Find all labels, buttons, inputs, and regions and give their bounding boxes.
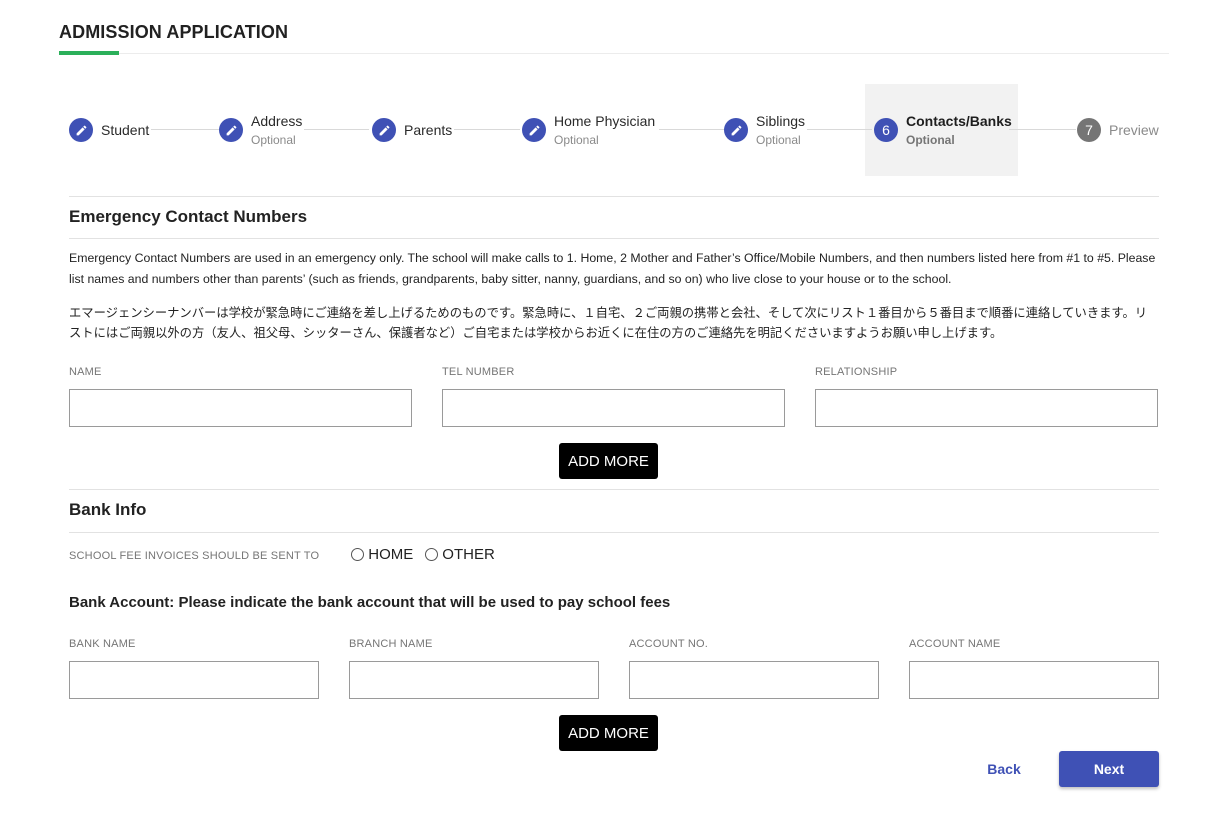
step-label: Parents (404, 121, 453, 138)
bank-account-heading: Bank Account: Please indicate the bank a… (69, 594, 671, 611)
account-name-input[interactable] (909, 661, 1159, 699)
header-divider (119, 53, 1169, 54)
step-student[interactable]: Student (69, 84, 149, 176)
emergency-section-title: Emergency Contact Numbers (69, 207, 308, 226)
step-connector (659, 129, 724, 130)
bank-add-more-button[interactable]: ADD MORE (559, 715, 658, 751)
invoice-recipient-group: SCHOOL FEE INVOICES SHOULD BE SENT TO HO… (69, 546, 507, 563)
pencil-icon (69, 118, 93, 142)
step-connector (454, 129, 520, 130)
step-address[interactable]: Address Optional (219, 84, 302, 176)
step-label: Siblings (756, 112, 806, 129)
step-home-physician[interactable]: Home Physician Optional (522, 84, 655, 176)
step-connector (1009, 129, 1076, 130)
invoice-option-other[interactable]: OTHER (425, 546, 495, 563)
emergency-relationship-input[interactable] (815, 389, 1158, 427)
section-divider (69, 489, 1159, 490)
step-label: Preview (1109, 121, 1159, 138)
step-optional-tag: Optional (756, 132, 801, 147)
emergency-name-input[interactable] (69, 389, 412, 427)
step-number: 6 (874, 118, 898, 142)
stepper: Student Address Optional Parents Home Ph… (59, 84, 1169, 176)
section-divider (69, 196, 1159, 197)
step-label: Contacts/Banks (906, 112, 1012, 129)
step-connector (304, 129, 369, 130)
step-optional-tag: Optional (906, 132, 955, 147)
radio-button[interactable] (351, 548, 365, 561)
branch-name-input[interactable] (349, 661, 599, 699)
emergency-tel-input[interactable] (442, 389, 785, 427)
step-optional-tag: Optional (251, 132, 296, 147)
invoice-question-label: SCHOOL FEE INVOICES SHOULD BE SENT TO (69, 549, 320, 562)
bank-name-input[interactable] (69, 661, 319, 699)
pencil-icon (372, 118, 396, 142)
step-siblings[interactable]: Siblings Optional (724, 84, 805, 176)
title-underline (59, 51, 119, 55)
step-optional-tag: Optional (554, 132, 599, 147)
bank-section-title: Bank Info (69, 500, 147, 519)
tel-number-label: TEL NUMBER (442, 366, 515, 378)
relationship-label: RELATIONSHIP (815, 366, 898, 378)
page-title: ADMISSION APPLICATION (59, 22, 289, 42)
emergency-description-jp: エマージェンシーナンバーは学校が緊急時にご連絡を差し上げるためのものです。緊急時… (69, 306, 1148, 340)
step-label: Address (251, 112, 303, 129)
radio-label: HOME (368, 546, 414, 563)
name-label: NAME (69, 366, 102, 378)
step-parents[interactable]: Parents (372, 84, 452, 176)
step-label: Home Physician (554, 112, 656, 129)
emergency-description-en: Emergency Contact Numbers are used in an… (69, 251, 1156, 286)
pencil-icon (522, 118, 546, 142)
section-divider (69, 532, 1159, 533)
invoice-option-home[interactable]: HOME (351, 546, 413, 563)
bank-name-label: BANK NAME (69, 638, 136, 650)
step-connector (807, 129, 872, 130)
emergency-add-more-button[interactable]: ADD MORE (559, 443, 658, 479)
branch-name-label: BRANCH NAME (349, 638, 433, 650)
account-no-label: ACCOUNT NO. (629, 638, 709, 650)
step-number: 7 (1077, 118, 1101, 142)
next-button[interactable]: Next (1059, 751, 1159, 787)
radio-label: OTHER (442, 546, 495, 563)
pencil-icon (724, 118, 748, 142)
step-label: Student (101, 121, 150, 138)
radio-button[interactable] (425, 548, 439, 561)
back-button[interactable]: Back (972, 751, 1036, 787)
account-name-label: ACCOUNT NAME (909, 638, 1001, 650)
pencil-icon (219, 118, 243, 142)
step-contacts-banks[interactable]: 6 Contacts/Banks Optional (874, 84, 1012, 176)
section-divider (69, 238, 1159, 239)
step-connector (151, 129, 219, 130)
account-no-input[interactable] (629, 661, 879, 699)
step-preview[interactable]: 7 Preview (1077, 84, 1159, 176)
